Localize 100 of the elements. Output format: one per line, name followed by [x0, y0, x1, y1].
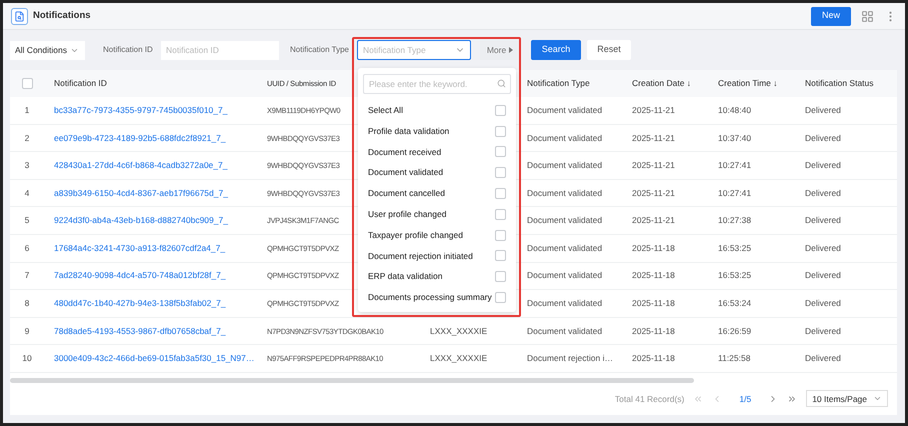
checkbox[interactable] — [495, 250, 506, 262]
option-label[interactable]: Document cancelled — [368, 187, 446, 200]
checkbox[interactable] — [495, 104, 506, 116]
column-header[interactable]: Creation Time ↓ — [718, 78, 778, 88]
column-header[interactable]: Notification ID — [54, 78, 107, 88]
table-cell: 10:48:40 — [718, 104, 752, 115]
row-number: 9 — [24, 326, 30, 336]
table-cell: Document validated — [527, 242, 602, 253]
horizontal-scrollbar[interactable] — [10, 378, 694, 383]
table-cell: 2025-11-18 — [632, 298, 675, 308]
table-cell: Delivered — [805, 270, 841, 280]
table-cell: 2025-11-18 — [632, 242, 675, 253]
notification-id-field[interactable]: Notification ID — [161, 40, 279, 60]
table-cell: 2025-11-21 — [632, 132, 675, 143]
field-label: Notification ID — [103, 44, 153, 56]
table-cell: 11:25:58 — [718, 353, 750, 364]
keyword-search-field[interactable]: Please enter the keyword. — [363, 74, 511, 94]
notification-id-link[interactable]: 428430a1-27dd-4c6f-b868-4cadb3272a0e_7_ — [54, 160, 228, 170]
column-header[interactable]: Creation Date ↓ — [632, 78, 692, 88]
option-label[interactable]: Taxpayer profile changed — [368, 228, 463, 242]
search-button[interactable]: Search — [531, 40, 581, 60]
total-records: Total 41 Record(s) — [614, 392, 684, 406]
checkbox[interactable] — [22, 78, 32, 89]
column-header[interactable]: Notification Type — [527, 78, 590, 88]
table-cell: Document validated — [527, 298, 602, 308]
table-cell: 16:53:24 — [718, 298, 752, 308]
table-cell: Delivered — [805, 160, 841, 170]
table-cell: Delivered — [805, 188, 841, 198]
checkbox[interactable] — [495, 271, 506, 282]
notification-id-link[interactable]: a839b349-6150-4cd4-8367-aeb17f96675d_7_ — [54, 188, 228, 198]
option-label[interactable]: Select All — [368, 104, 403, 117]
page-size-select[interactable]: 10 Items/Page — [806, 390, 888, 408]
row-number: 6 — [24, 242, 30, 253]
checkbox[interactable] — [495, 188, 506, 200]
column-header[interactable]: Notification Status — [805, 78, 874, 88]
table-cell: Document validated — [527, 326, 602, 336]
option-label[interactable]: ERP data validation — [368, 270, 443, 284]
new-button[interactable]: New — [811, 6, 851, 26]
search-icon — [497, 79, 506, 88]
option-label[interactable]: Profile data validation — [368, 124, 450, 138]
table-cell: Document validated — [527, 188, 602, 198]
conditions-select[interactable]: All Conditions — [10, 40, 85, 60]
table-cell: 2025-11-18 — [632, 270, 675, 280]
row-number: 7 — [24, 270, 30, 280]
notification-id-link[interactable]: 480dd47c-1b40-427b-94e3-138f5b3fab02_7_ — [54, 298, 226, 308]
row-number: 1 — [24, 104, 30, 115]
option-label[interactable]: Document validated — [368, 166, 444, 180]
reset-button[interactable]: Reset — [587, 40, 631, 60]
page-indicator: 1/5 — [739, 392, 752, 406]
checkbox[interactable] — [495, 146, 506, 158]
table-cell: Document rejection i… — [527, 353, 613, 364]
table-cell: Delivered — [805, 298, 841, 308]
notification-id-link[interactable]: 78d8ade5-4193-4553-9867-dfb07658cbaf_7_ — [54, 326, 226, 336]
checkbox[interactable] — [495, 208, 506, 220]
table-cell: LXXX_XXXXIE — [430, 326, 488, 336]
table-cell: Delivered — [805, 132, 841, 143]
caret-icon — [509, 47, 514, 53]
table-cell: 16:53:25 — [718, 242, 752, 253]
row-number: 8 — [24, 298, 30, 308]
table-cell: 16:53:25 — [718, 270, 752, 280]
row-number: 4 — [24, 188, 30, 198]
checkbox[interactable] — [495, 167, 506, 178]
first-page-icon[interactable] — [693, 394, 704, 404]
table-cell: Document validated — [527, 132, 602, 143]
checkbox[interactable] — [495, 230, 506, 241]
table-cell: 10:37:40 — [718, 132, 752, 143]
notification-id-link[interactable]: 3000e409-43c2-466d-be69-015fab3a5f30_15_N97… — [54, 353, 254, 364]
last-page-icon[interactable] — [787, 394, 798, 404]
option-label[interactable]: Document rejection initiated — [368, 250, 473, 262]
table-cell: 2025-11-21 — [632, 104, 675, 115]
table-cell: 2025-11-21 — [632, 160, 675, 170]
table-cell: 16:26:59 — [718, 326, 752, 336]
notification-id-link[interactable]: ee079e9b-4723-4189-92b5-688fdc2f8921_7_ — [54, 132, 226, 143]
notification-id-link[interactable]: bc33a77c-7973-4355-9797-745b0035f010_7_ — [54, 104, 228, 115]
option-label[interactable]: Document received — [368, 146, 442, 158]
option-label[interactable]: Documents processing summary — [368, 291, 492, 304]
checkbox[interactable] — [495, 126, 506, 137]
table-cell: Delivered — [805, 215, 841, 226]
table-cell: Document validated — [527, 160, 602, 170]
notification-id-link[interactable]: 9224d3f0-ab4a-43eb-b168-d882740bc909_7_ — [54, 215, 228, 226]
table-cell: Delivered — [805, 353, 841, 364]
table-cell: 2025-11-21 — [632, 215, 675, 226]
page-title: Notifications — [33, 8, 91, 23]
table-cell: Delivered — [805, 326, 841, 336]
notification-id-link[interactable]: 17684a4c-3241-4730-a913-f82607cdf2a4_7_ — [54, 242, 226, 253]
layout-icon[interactable] — [861, 10, 874, 22]
table-cell: 2025-11-18 — [632, 326, 675, 336]
table-cell: 2025-11-21 — [632, 188, 675, 198]
app-icon — [11, 8, 28, 24]
table-cell: Delivered — [805, 104, 841, 115]
table-cell: Delivered — [805, 242, 841, 253]
more-button[interactable]: More — [480, 40, 520, 60]
notification-id-link[interactable]: 7ad28240-9098-4dc4-a570-748a012bf28f_7_ — [54, 270, 226, 280]
option-label[interactable]: User profile changed — [368, 208, 446, 221]
table-cell: 10:27:41 — [718, 160, 752, 170]
table-cell: 10:27:38 — [718, 215, 752, 226]
field-label: Notification Type — [290, 44, 349, 56]
table-cell: Document validated — [527, 104, 602, 115]
row-number: 2 — [24, 132, 30, 143]
checkbox[interactable] — [495, 292, 506, 304]
